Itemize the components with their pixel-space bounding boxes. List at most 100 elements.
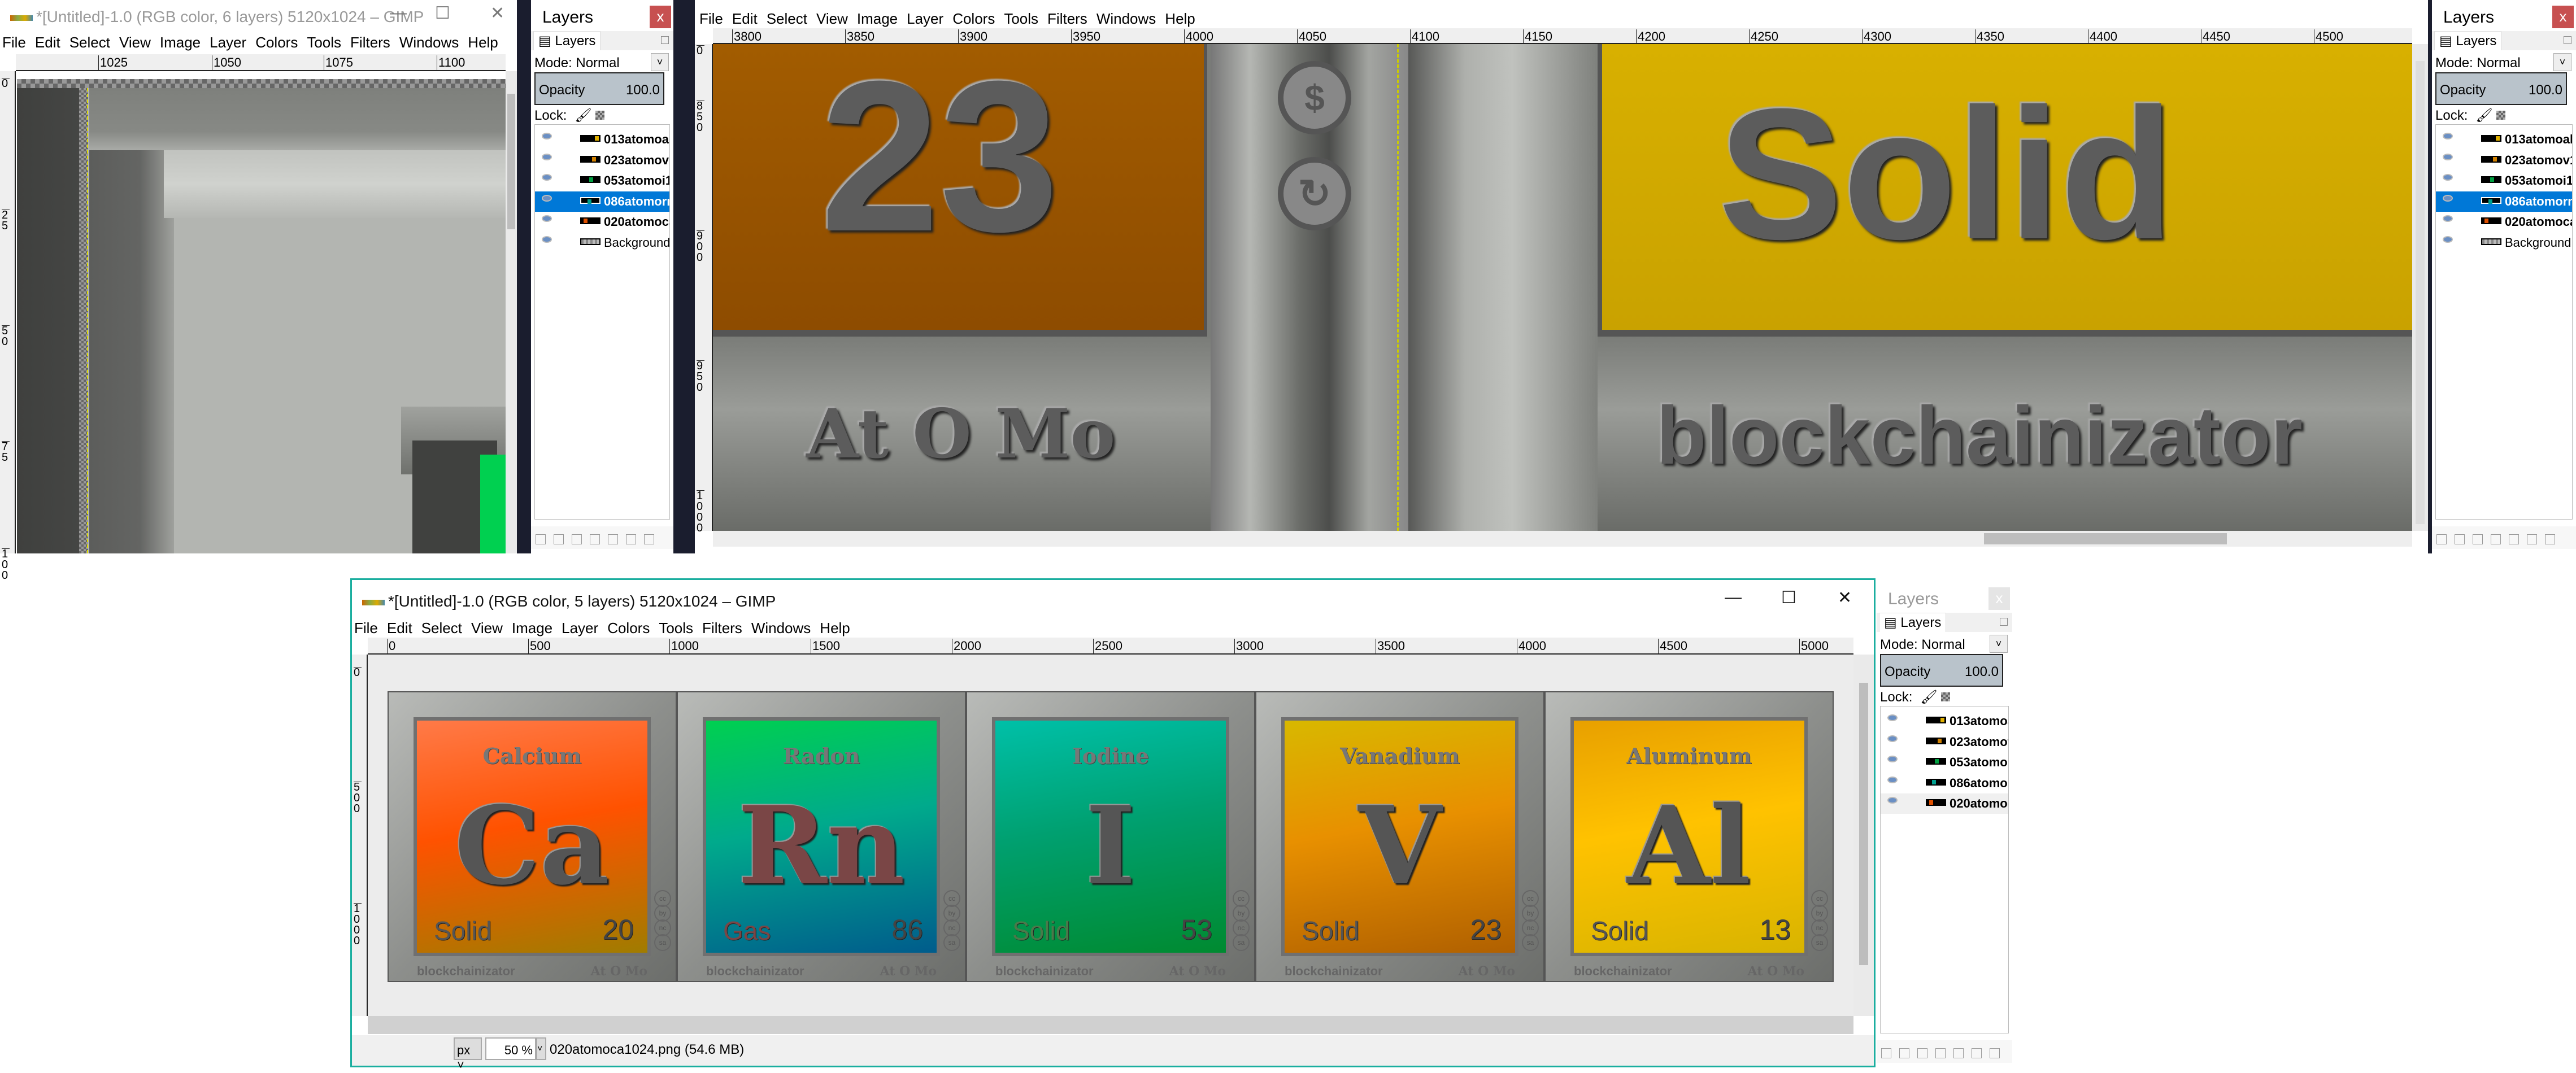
dock-close-button[interactable]: x xyxy=(1988,587,2010,610)
close-button[interactable]: ✕ xyxy=(490,3,504,23)
tab-layers[interactable]: ▤ Layers xyxy=(533,31,601,50)
visibility-eye-icon[interactable] xyxy=(542,194,552,202)
menu-image[interactable]: Image xyxy=(512,620,552,636)
minimize-button[interactable]: — xyxy=(1725,588,1742,607)
menu-colors[interactable]: Colors xyxy=(255,34,298,51)
visibility-eye-icon[interactable] xyxy=(1887,714,1898,721)
scrollbar-thumb[interactable] xyxy=(507,94,515,229)
scrollbar-thumb[interactable] xyxy=(1859,683,1868,965)
dock-menu-button[interactable] xyxy=(2564,36,2571,44)
menu-layer[interactable]: Layer xyxy=(907,10,943,27)
scrollbar-thumb[interactable] xyxy=(2416,61,2425,524)
menu-image[interactable]: Image xyxy=(857,10,898,27)
delete-layer-button[interactable] xyxy=(644,534,654,544)
menu-filters[interactable]: Filters xyxy=(1047,10,1087,27)
visibility-eye-icon[interactable] xyxy=(542,153,552,160)
tab-layers[interactable]: ▤ Layers xyxy=(2434,31,2502,50)
visibility-eye-icon[interactable] xyxy=(1887,797,1898,804)
layer-row[interactable]: 053atomoi10 xyxy=(2436,171,2572,191)
menu-image[interactable]: Image xyxy=(160,34,201,51)
layer-row[interactable]: 020atomoca1 xyxy=(2436,212,2572,232)
dock-menu-button[interactable] xyxy=(661,36,669,44)
vertical-ruler[interactable]: 0 850 900 950 1000 xyxy=(695,44,713,534)
menu-help[interactable]: Help xyxy=(468,34,498,51)
horizontal-ruler[interactable]: 0 500 1000 1500 2000 2500 3000 3500 4000 4500 5000 xyxy=(368,638,1853,655)
menu-windows[interactable]: Windows xyxy=(1096,10,1156,27)
lock-alpha-icon[interactable] xyxy=(2496,111,2505,120)
layer-row[interactable]: 013atomoal1 xyxy=(1881,711,2008,731)
menu-view[interactable]: View xyxy=(119,34,151,51)
mode-select[interactable]: Mode: Normal xyxy=(2435,55,2521,71)
canvas[interactable]: $ ↻ 23 Solid At O Mo blockchainizator xyxy=(713,44,2412,531)
zoom-input[interactable]: 50 % xyxy=(485,1037,536,1060)
horizontal-scrollbar[interactable] xyxy=(368,1016,1853,1034)
lock-pixels-icon[interactable]: 🖌 xyxy=(575,108,591,123)
new-group-button[interactable] xyxy=(2455,534,2465,544)
raise-layer-button[interactable] xyxy=(1917,1048,1927,1058)
menu-select[interactable]: Select xyxy=(69,34,110,51)
dock-close-button[interactable]: x xyxy=(2552,6,2574,28)
menu-windows[interactable]: Windows xyxy=(751,620,811,636)
anchor-layer-button[interactable] xyxy=(2527,534,2537,544)
menu-select[interactable]: Select xyxy=(421,620,462,636)
layer-row[interactable]: 020atomoca1 xyxy=(535,212,669,232)
anchor-layer-button[interactable] xyxy=(626,534,636,544)
vertical-scrollbar[interactable] xyxy=(506,71,517,553)
raise-layer-button[interactable] xyxy=(572,534,582,544)
maximize-button[interactable]: ☐ xyxy=(1781,588,1796,608)
layer-row[interactable]: Background xyxy=(2436,233,2572,253)
lock-alpha-icon[interactable] xyxy=(595,111,604,120)
layer-row[interactable]: 086atomorn1 xyxy=(1881,773,2008,793)
vertical-scrollbar[interactable] xyxy=(2412,44,2428,531)
horizontal-ruler[interactable]: 3800 3850 3900 3950 4000 4050 4100 4150 4200 4250… xyxy=(713,28,2412,44)
lower-layer-button[interactable] xyxy=(2491,534,2501,544)
mode-select[interactable]: Mode: Normal xyxy=(534,55,620,71)
visibility-eye-icon[interactable] xyxy=(542,215,552,222)
tab-layers[interactable]: ▤ Layers xyxy=(1879,613,1947,632)
menu-edit[interactable]: Edit xyxy=(387,620,412,636)
horizontal-scrollbar[interactable] xyxy=(713,531,2412,547)
visibility-eye-icon[interactable] xyxy=(2443,174,2453,181)
layer-row[interactable]: 020atomoca1 xyxy=(1881,793,2008,814)
layer-row[interactable]: 023atomov10 xyxy=(2436,150,2572,171)
menu-tools[interactable]: Tools xyxy=(659,620,693,636)
duplicate-layer-button[interactable] xyxy=(608,534,618,544)
layer-row[interactable]: 053atomoi10 xyxy=(1881,752,2008,773)
close-button[interactable]: ✕ xyxy=(1838,588,1852,608)
new-layer-button[interactable] xyxy=(536,534,546,544)
menu-file[interactable]: File xyxy=(2,34,26,51)
visibility-eye-icon[interactable] xyxy=(1887,735,1898,742)
layer-row[interactable]: 023atomov10 xyxy=(1881,732,2008,752)
layer-row[interactable]: 053atomoi10 xyxy=(535,171,669,191)
anchor-layer-button[interactable] xyxy=(1972,1048,1982,1058)
layer-row[interactable]: 013atomoal1 xyxy=(535,129,669,150)
menu-colors[interactable]: Colors xyxy=(607,620,650,636)
maximize-button[interactable]: ☐ xyxy=(435,3,450,23)
dock-menu-button[interactable] xyxy=(2000,618,2008,626)
lower-layer-button[interactable] xyxy=(590,534,600,544)
menu-help[interactable]: Help xyxy=(820,620,850,636)
menu-file[interactable]: File xyxy=(354,620,378,636)
layer-row[interactable]: 086atomorn1 xyxy=(535,191,669,212)
visibility-eye-icon[interactable] xyxy=(542,133,552,139)
visibility-eye-icon[interactable] xyxy=(2443,153,2453,160)
visibility-eye-icon[interactable] xyxy=(2443,235,2453,243)
visibility-eye-icon[interactable] xyxy=(1887,756,1898,762)
menu-select[interactable]: Select xyxy=(767,10,807,27)
new-group-button[interactable] xyxy=(554,534,564,544)
menu-view[interactable]: View xyxy=(816,10,848,27)
visibility-eye-icon[interactable] xyxy=(2443,133,2453,139)
lock-alpha-icon[interactable] xyxy=(1940,692,1950,701)
duplicate-layer-button[interactable] xyxy=(2509,534,2519,544)
opacity-slider[interactable]: Opacity 100.0 xyxy=(534,72,664,105)
vertical-scrollbar[interactable] xyxy=(1853,655,1874,1016)
layer-row[interactable]: 086atomorn1 xyxy=(2436,191,2572,212)
menu-layer[interactable]: Layer xyxy=(210,34,246,51)
mode-dropdown-button[interactable]: ˅ xyxy=(2553,53,2571,71)
visibility-eye-icon[interactable] xyxy=(542,174,552,181)
mode-select[interactable]: Mode: Normal xyxy=(1880,637,1965,653)
vertical-ruler[interactable]: 0 25 50 75 100 xyxy=(0,71,16,581)
menu-help[interactable]: Help xyxy=(1165,10,1195,27)
new-layer-button[interactable] xyxy=(2436,534,2447,544)
new-group-button[interactable] xyxy=(1899,1048,1909,1058)
